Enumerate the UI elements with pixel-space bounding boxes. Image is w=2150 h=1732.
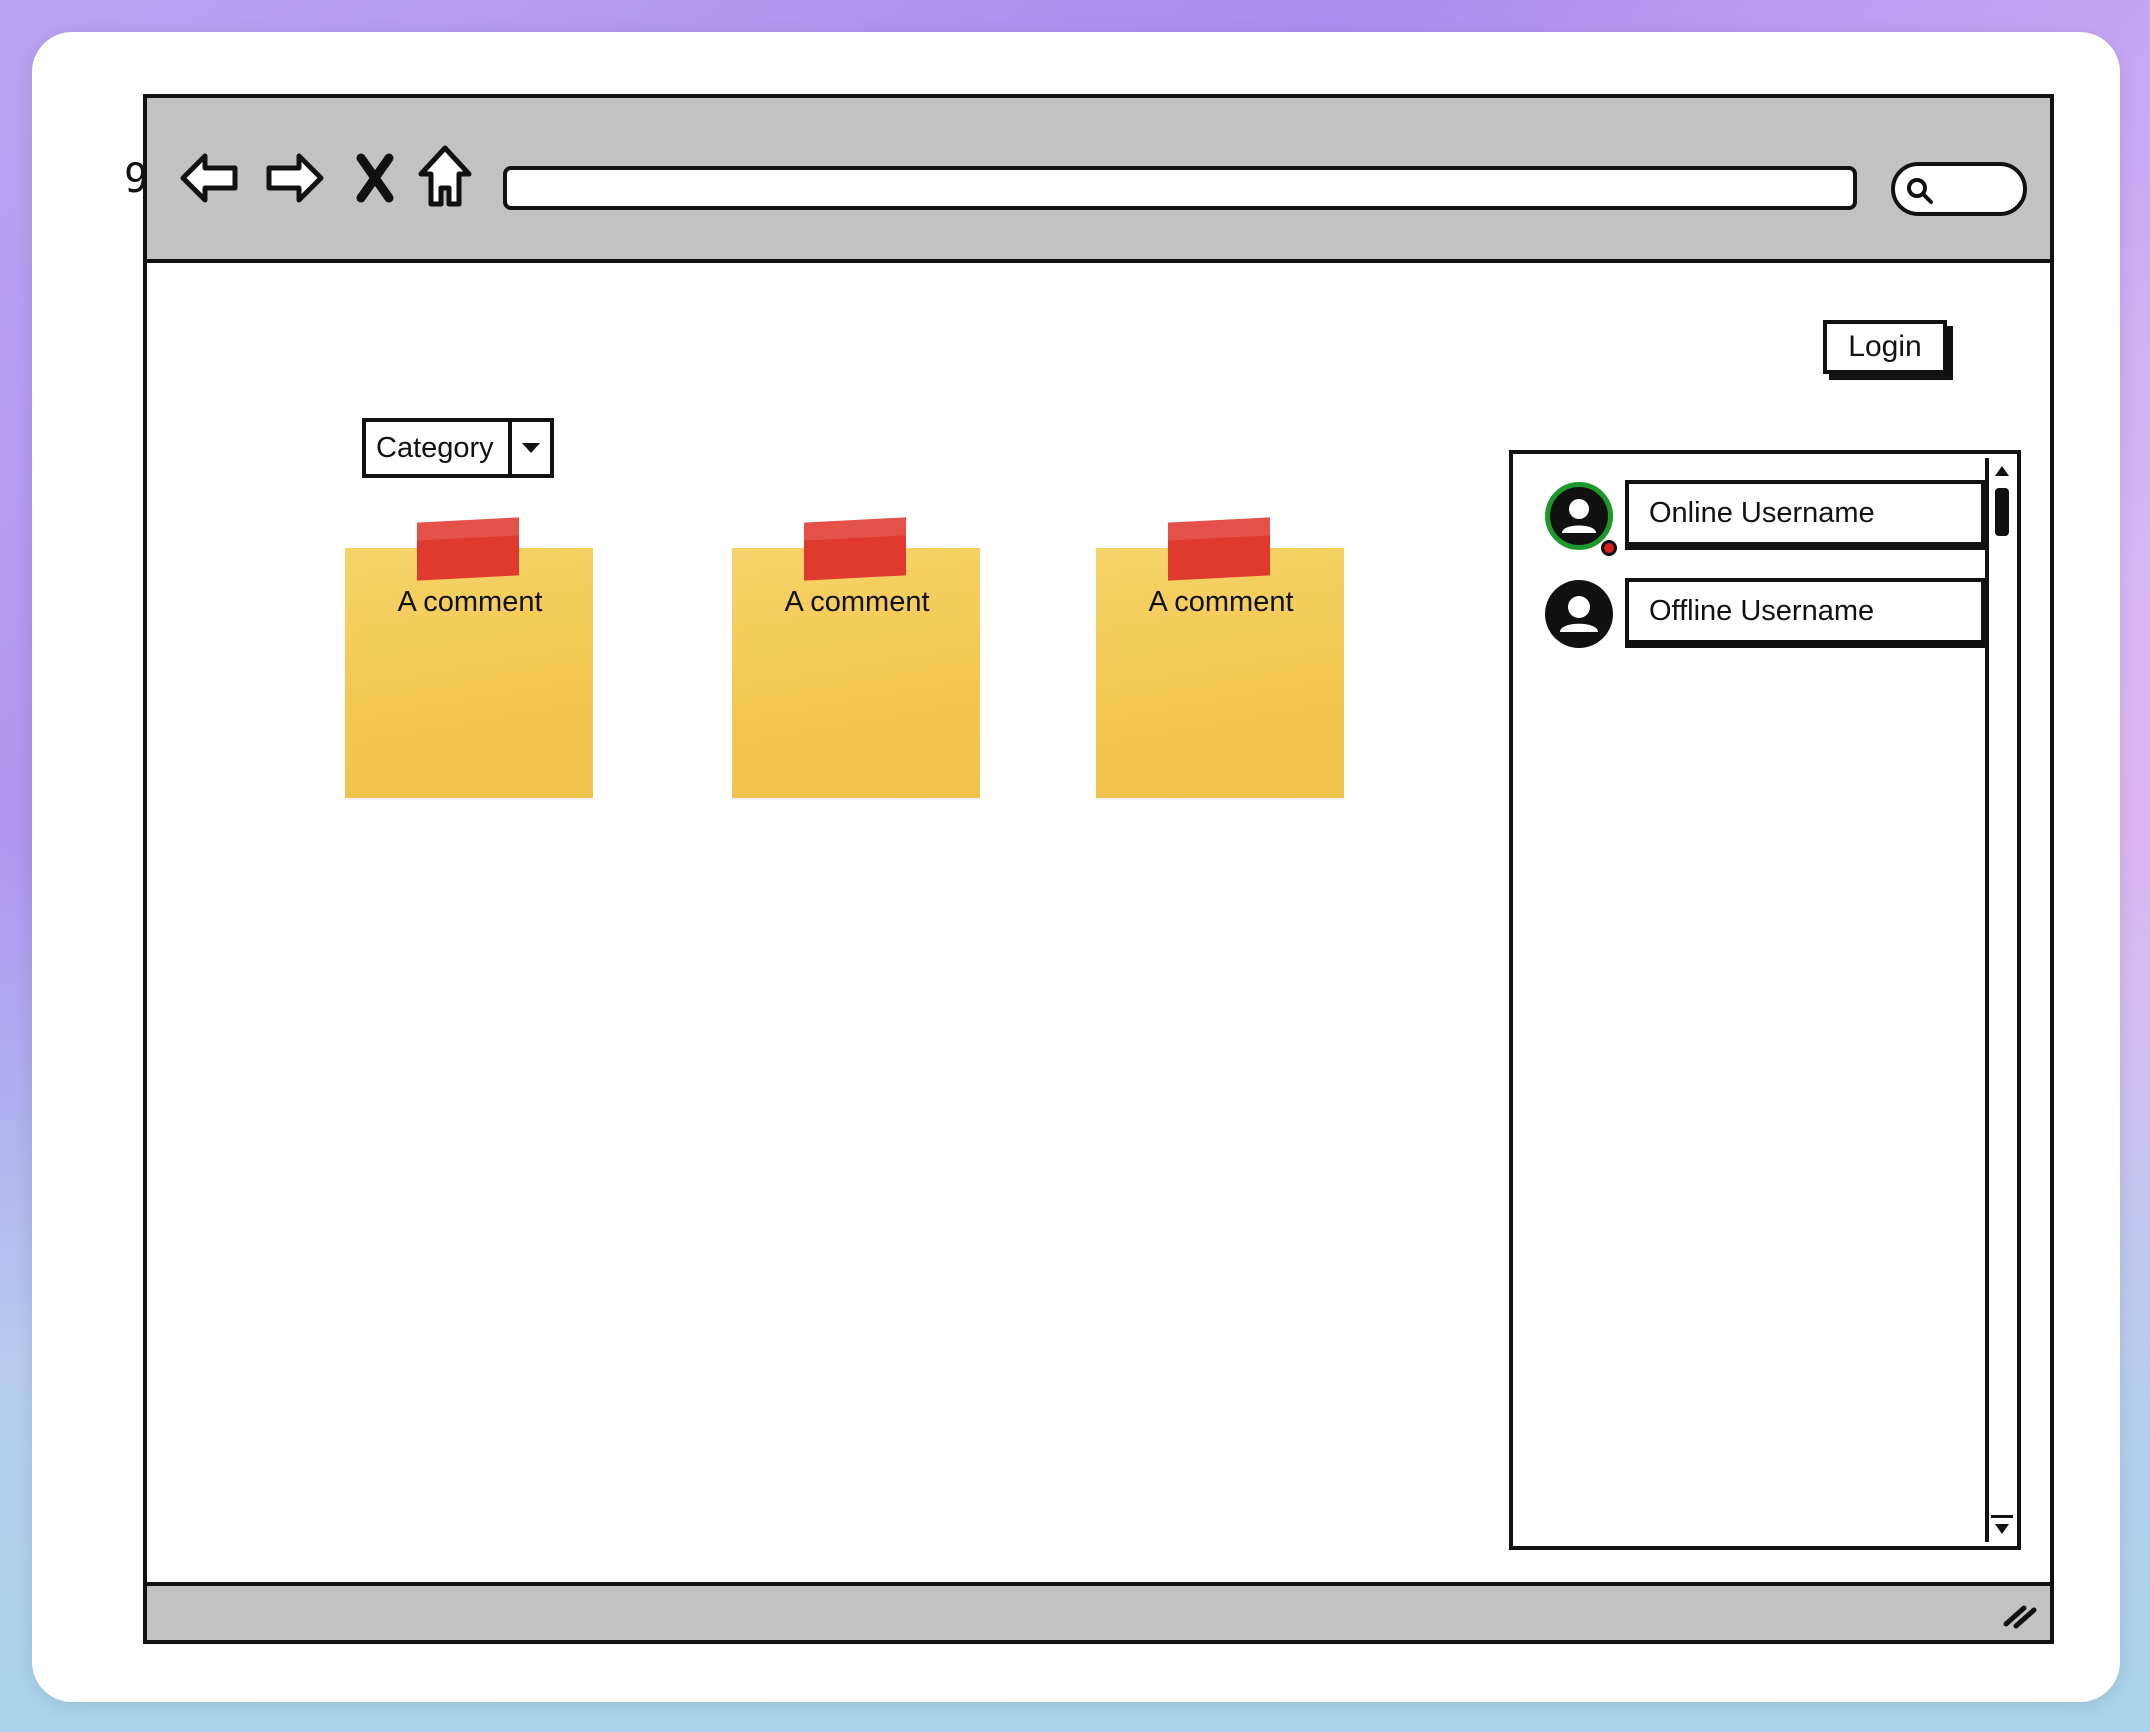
sticky-note[interactable]: A comment: [1096, 517, 1346, 808]
sticky-note[interactable]: A comment: [345, 517, 595, 808]
category-label: Category: [376, 431, 494, 464]
note-text: A comment: [784, 586, 930, 618]
search-box[interactable]: [1891, 162, 2027, 216]
close-x-icon[interactable]: [353, 150, 397, 206]
note-tape: [417, 517, 519, 581]
user-avatar-icon: [1545, 580, 1613, 648]
user-avatar-icon: [1545, 482, 1613, 550]
scroll-thumb[interactable]: [1995, 488, 2009, 536]
user-row-online[interactable]: Online Username: [1545, 480, 1985, 556]
dropdown-toggle[interactable]: [508, 422, 550, 474]
note-text: A comment: [397, 586, 543, 618]
login-button[interactable]: Login: [1823, 320, 1947, 374]
note-tape: [804, 517, 906, 581]
status-dot: [1601, 540, 1617, 556]
chevron-down-icon: [522, 443, 540, 453]
resize-grip-icon[interactable]: [2000, 1596, 2040, 1632]
user-row-offline[interactable]: Offline Username: [1545, 578, 1985, 648]
browser-status-bar: [147, 1582, 2050, 1640]
username-label: Online Username: [1625, 480, 1985, 546]
forward-arrow-icon[interactable]: [263, 146, 327, 210]
browser-toolbar: [147, 98, 2050, 263]
scroll-up-icon[interactable]: [1991, 460, 2013, 482]
search-icon: [1907, 178, 1933, 204]
category-dropdown[interactable]: Category: [362, 418, 554, 478]
browser-window: Login Category A comment A comment A com…: [143, 94, 2054, 1644]
note-tape: [1168, 517, 1270, 581]
username-label: Offline Username: [1625, 578, 1985, 644]
sticky-note[interactable]: A comment: [732, 517, 982, 808]
user-list-panel: Online Username Offline Username: [1509, 450, 2021, 1550]
home-icon[interactable]: [415, 142, 475, 210]
address-bar[interactable]: [503, 166, 1857, 210]
note-text: A comment: [1148, 586, 1294, 618]
back-arrow-icon[interactable]: [177, 146, 241, 210]
scroll-down-icon[interactable]: [1991, 1515, 2013, 1540]
scrollbar[interactable]: [1985, 458, 2015, 1542]
